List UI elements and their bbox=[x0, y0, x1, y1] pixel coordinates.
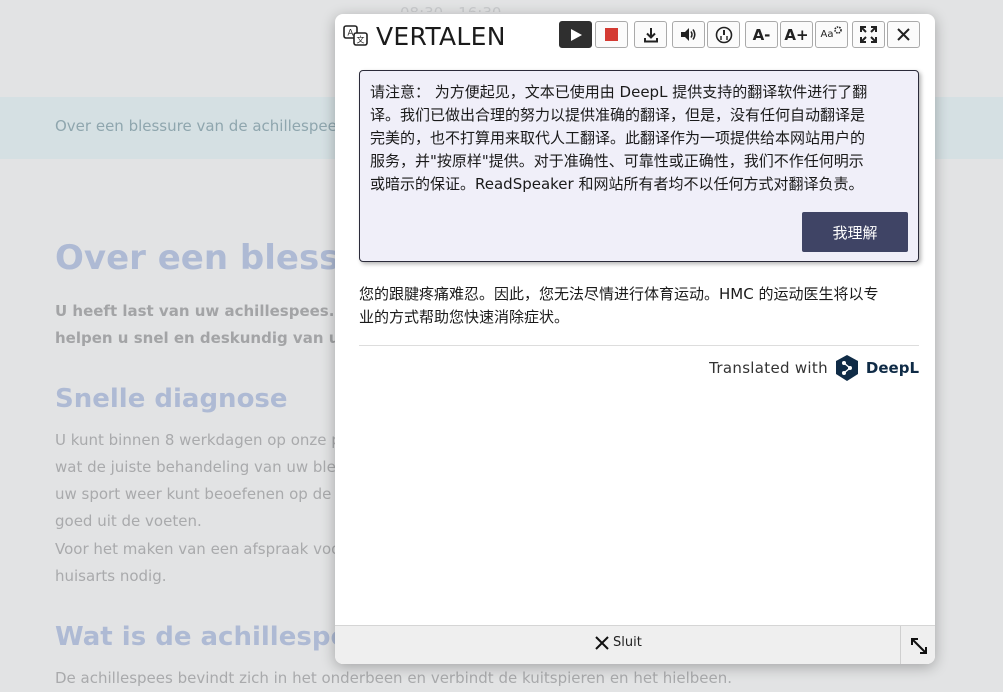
gauge-icon bbox=[715, 26, 732, 43]
section-heading-diagnose: Snelle diagnose bbox=[55, 384, 288, 414]
disclaimer-line: 或暗示的保证。ReadSpeaker 和网站所有者均不以任何方式对翻译负责。 bbox=[370, 175, 864, 193]
deepl-logo-icon bbox=[835, 355, 858, 381]
svg-text:文: 文 bbox=[357, 35, 365, 45]
gear-icon bbox=[834, 25, 843, 34]
translation-disclaimer: 请注意： 为方便起见，文本已使用由 DeepL 提供支持的翻译软件进行了翻 译。… bbox=[359, 70, 919, 262]
section-line: huisarts nodig. bbox=[55, 567, 167, 585]
breadcrumb[interactable]: Over een blessure van de achillespees bbox=[55, 117, 345, 135]
popup-footer: Sluit bbox=[335, 625, 935, 664]
footer-close-label: Sluit bbox=[613, 635, 642, 650]
stop-button[interactable] bbox=[595, 21, 628, 48]
close-icon bbox=[897, 28, 910, 41]
disclaimer-line: 服务，并"按原样"提供。对于准确性、可靠性或正确性，我们不作任何明示 bbox=[370, 152, 864, 170]
font-decrease-label: A- bbox=[752, 25, 771, 44]
popup-header[interactable]: A 文 VERTALEN A- A+ Aa bbox=[335, 14, 935, 58]
resize-icon bbox=[910, 637, 927, 654]
font-decrease-button[interactable]: A- bbox=[745, 21, 778, 48]
disclaimer-text: 请注意： 为方便起见，文本已使用由 DeepL 提供支持的翻译软件进行了翻 译。… bbox=[370, 81, 910, 196]
understand-button[interactable]: 我理解 bbox=[802, 212, 908, 252]
translate-popup: A 文 VERTALEN A- A+ Aa 请注意： 为方便起见，文本已使用由 … bbox=[335, 14, 935, 664]
translated-text: 您的跟腱疼痛难忍。因此，您无法尽情进行体育运动。HMC 的运动医生将以专 业的方… bbox=[359, 283, 919, 329]
deepl-credit[interactable]: Translated with DeepL bbox=[709, 353, 919, 383]
divider bbox=[359, 345, 919, 346]
credit-label: Translated with bbox=[709, 359, 828, 377]
section-line: De achillespees bevindt zich in het onde… bbox=[55, 669, 733, 687]
header-hours-text: 08:30 - 16:30 bbox=[400, 4, 501, 12]
resize-handle[interactable] bbox=[900, 626, 935, 664]
disclaimer-line: 译。我们已做出合理的努力以提供准确的翻译，但是，没有任何自动翻译是 bbox=[370, 106, 866, 124]
translated-line: 业的方式帮助您快速消除症状。 bbox=[359, 308, 570, 326]
volume-button[interactable] bbox=[672, 21, 705, 48]
font-increase-label: A+ bbox=[784, 25, 809, 44]
disclaimer-line: 完美的，也不打算用来取代人工翻译。此翻译作为一项提供给本网站用户的 bbox=[370, 129, 866, 147]
translated-line: 您的跟腱疼痛难忍。因此，您无法尽情进行体育运动。HMC 的运动医生将以专 bbox=[359, 285, 879, 303]
play-button[interactable] bbox=[559, 21, 592, 48]
download-icon bbox=[643, 27, 658, 42]
close-icon bbox=[595, 635, 609, 650]
expand-icon bbox=[860, 26, 877, 43]
speaker-icon bbox=[681, 28, 696, 41]
footer-close-button[interactable]: Sluit bbox=[595, 635, 642, 650]
disclaimer-line: 请注意： 为方便起见，文本已使用由 DeepL 提供支持的翻译软件进行了翻 bbox=[370, 83, 868, 101]
text-settings-button[interactable]: Aa bbox=[815, 21, 848, 48]
font-increase-button[interactable]: A+ bbox=[780, 21, 813, 48]
close-button[interactable] bbox=[887, 21, 920, 48]
deepl-wordmark: DeepL bbox=[865, 359, 919, 377]
speed-button[interactable] bbox=[707, 21, 740, 48]
popup-title: VERTALEN bbox=[376, 22, 506, 51]
download-button[interactable] bbox=[634, 21, 667, 48]
translate-icon: A 文 bbox=[343, 25, 369, 47]
section-line: goed uit de voeten. bbox=[55, 512, 202, 530]
play-icon bbox=[570, 28, 582, 41]
fullscreen-button[interactable] bbox=[852, 21, 885, 48]
text-settings-label: Aa bbox=[820, 29, 834, 40]
stop-icon bbox=[605, 28, 618, 41]
